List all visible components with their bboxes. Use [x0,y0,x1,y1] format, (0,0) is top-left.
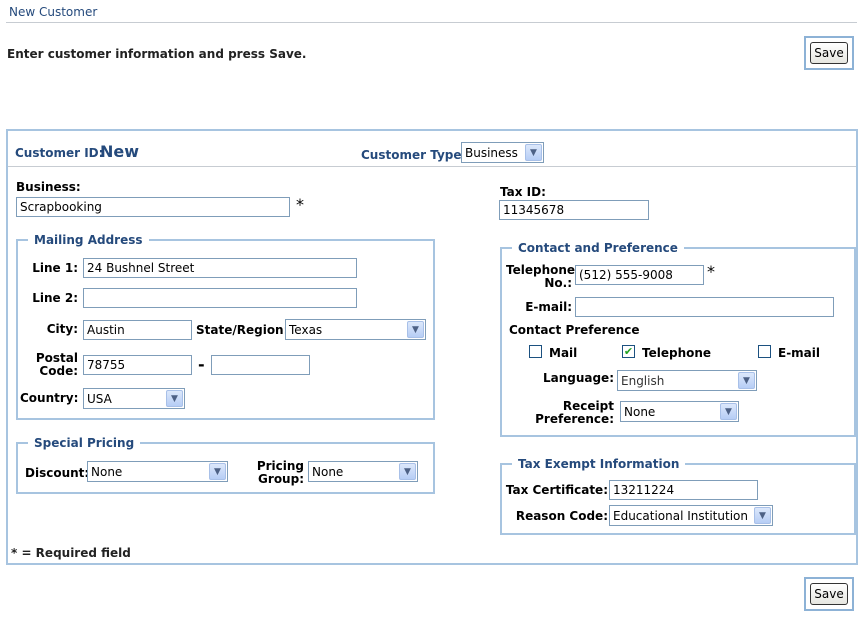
panel-divider [8,166,856,167]
country-value: USA [87,391,112,406]
receipt-preference-value: None [624,404,656,419]
receipt-label-line2: Preference: [535,412,614,426]
tax-certificate-input[interactable] [609,480,758,500]
save-button-frame-bottom: Save [804,577,854,611]
email-checkbox[interactable] [758,345,771,358]
receipt-label-line1: Receipt [562,399,614,413]
tax-id-label: Tax ID: [500,185,546,199]
reason-code-select[interactable]: Educational Institution ▼ [609,505,773,526]
required-field-note: * = Required field [11,546,131,560]
email-pref-label: E-mail [778,346,821,360]
customer-id-label: Customer ID: [15,146,104,160]
page-title: New Customer [9,5,98,19]
checkmark-icon: ✔ [623,345,634,358]
chevron-down-icon[interactable]: ▼ [166,390,183,407]
telephone-required-mark: * [707,262,715,281]
mailing-address-legend: Mailing Address [34,233,143,247]
telephone-label-line2: No.: [544,276,572,290]
language-value: English [621,373,665,388]
business-required-mark: * [296,195,304,214]
tax-id-input[interactable] [499,200,649,220]
pricing-group-select[interactable]: None ▼ [308,461,418,482]
pricing-group-value: None [312,464,344,479]
contact-preference-legend: Contact and Preference [518,241,678,255]
email-label: E-mail: [525,300,572,314]
postal-label-line2: Code: [39,364,78,378]
chevron-down-icon[interactable]: ▼ [407,321,424,338]
city-label: City: [46,322,78,336]
telephone-input[interactable] [575,265,704,285]
chevron-down-icon[interactable]: ▼ [525,144,542,161]
instructions-text: Enter customer information and press Sav… [7,47,307,61]
discount-value: None [91,464,123,479]
receipt-preference-select[interactable]: None ▼ [620,401,739,422]
pricing-group-label-line2: Group: [258,472,304,486]
postal-ext-input[interactable] [211,355,310,375]
telephone-pref-label: Telephone [642,346,712,360]
postal-dash: - [198,355,205,374]
tax-exempt-legend: Tax Exempt Information [518,457,680,471]
save-button-frame-top: Save [804,36,854,70]
discount-select[interactable]: None ▼ [87,461,228,482]
save-button-top[interactable]: Save [810,42,848,64]
state-select[interactable]: Texas ▼ [285,319,426,340]
tax-certificate-label: Tax Certificate: [505,483,608,497]
country-select[interactable]: USA ▼ [83,388,185,409]
customer-id-value: New [100,142,140,161]
line2-input[interactable] [83,288,357,308]
language-select[interactable]: English ▼ [617,370,757,391]
city-input[interactable] [83,320,192,340]
telephone-checkbox[interactable]: ✔ [622,345,635,358]
language-label: Language: [542,371,614,385]
chevron-down-icon[interactable]: ▼ [720,403,737,420]
mail-label: Mail [549,346,578,360]
chevron-down-icon[interactable]: ▼ [209,463,226,480]
state-value: Texas [289,322,323,337]
telephone-label: Telephone No.: [506,263,576,290]
state-label: State/Region: [196,323,289,337]
special-pricing-legend: Special Pricing [34,436,135,450]
customer-type-value: Business [465,145,518,160]
line2-label: Line 2: [32,291,78,305]
title-divider [6,22,857,23]
chevron-down-icon[interactable]: ▼ [754,507,771,524]
pricing-group-label: Pricing Group: [250,460,304,486]
customer-type-select[interactable]: Business ▼ [461,142,544,163]
chevron-down-icon[interactable]: ▼ [738,372,755,389]
pricing-group-label-line1: Pricing [256,459,304,473]
mail-checkbox[interactable] [529,345,542,358]
telephone-label-line1: Telephone [506,263,576,277]
line1-input[interactable] [83,258,357,278]
chevron-down-icon[interactable]: ▼ [399,463,416,480]
discount-label: Discount: [25,466,90,480]
customer-type-label: Customer Type: [361,148,467,162]
business-input[interactable] [16,197,290,217]
postal-code-label: Postal Code: [20,352,78,378]
receipt-preference-label: Receipt Preference: [520,400,614,426]
country-label: Country: [20,391,79,405]
email-input[interactable] [575,297,834,317]
contact-preference-title: Contact Preference [509,323,640,337]
line1-label: Line 1: [32,261,78,275]
reason-code-label: Reason Code: [515,509,608,523]
save-button-bottom[interactable]: Save [810,583,848,605]
postal-label-line1: Postal [35,351,78,365]
business-label: Business: [16,180,81,194]
postal-code-input[interactable] [83,355,192,375]
reason-code-value: Educational Institution [613,508,748,523]
